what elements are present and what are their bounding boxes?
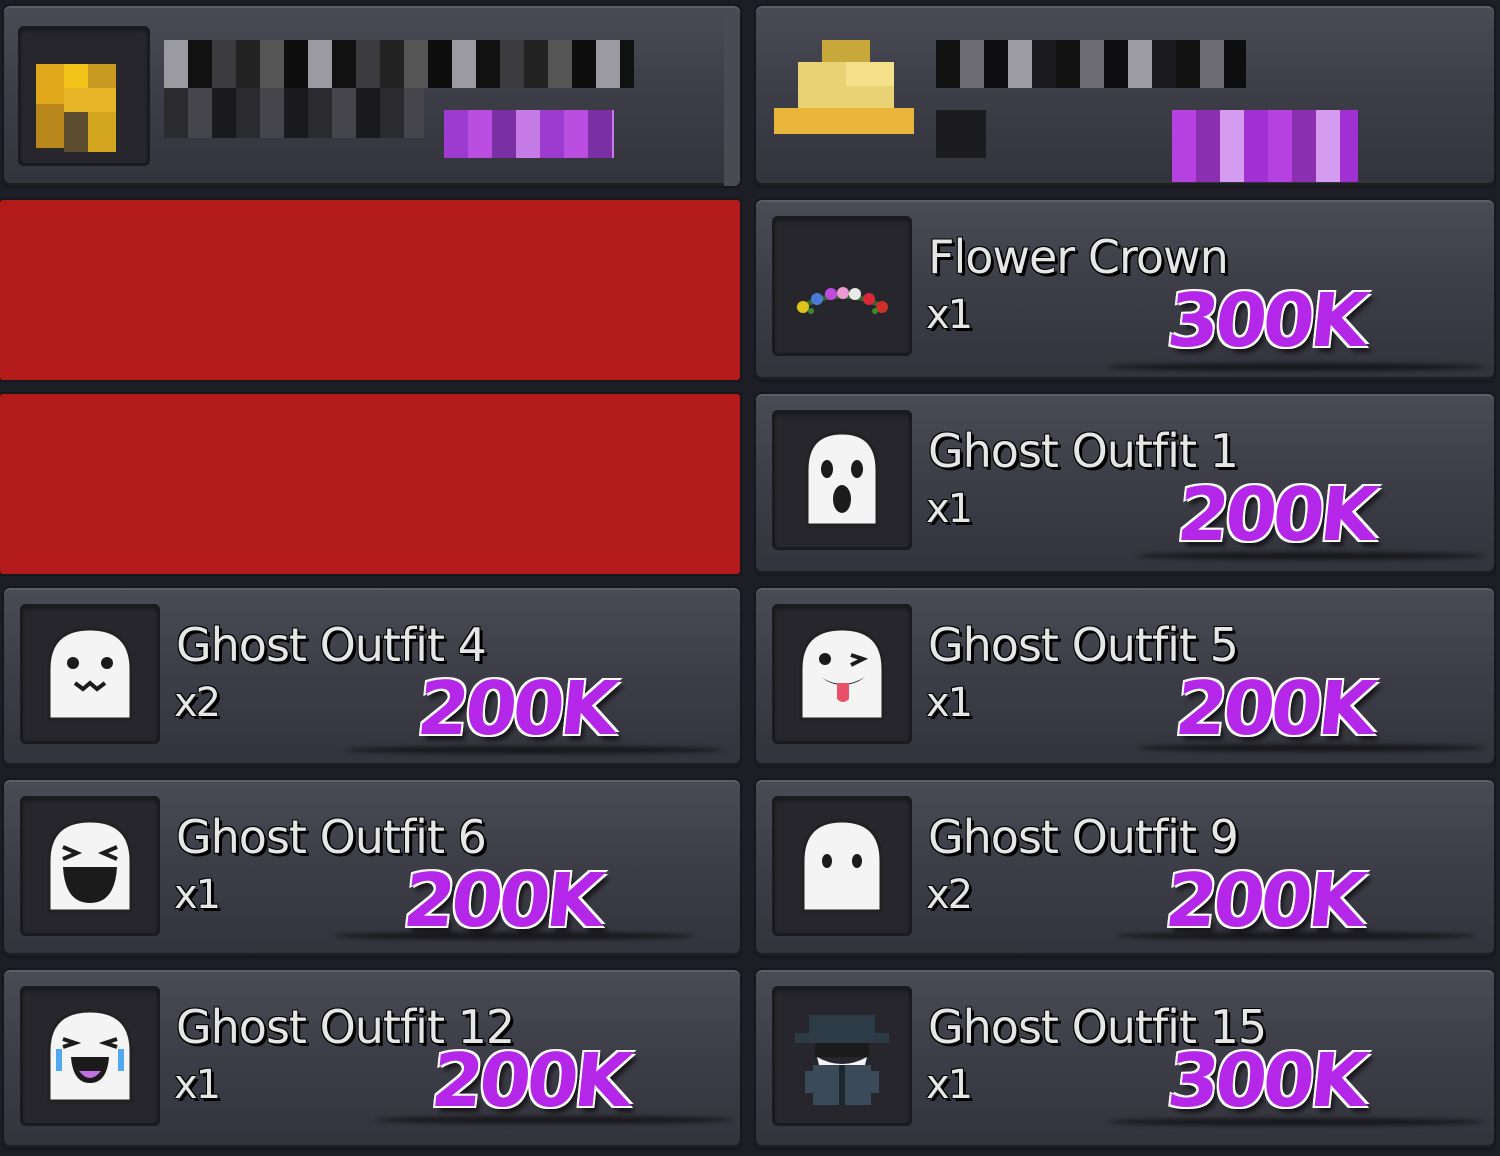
item-quantity: x1 — [926, 680, 973, 726]
item-price: 200K — [427, 1038, 633, 1124]
item-card[interactable]: Ghost Outfit 12 x1 200K — [4, 970, 740, 1148]
item-card[interactable]: Ghost Outfit 5 x1 200K — [756, 588, 1494, 766]
item-name: Flower Crown — [928, 230, 1229, 284]
ghost-outfit-6-icon — [47, 819, 133, 913]
redacted-item-slot — [0, 394, 740, 574]
pixelated-name — [164, 40, 634, 88]
item-card[interactable]: Ghost Outfit 6 x1 200K — [4, 780, 740, 956]
item-icon-slot — [20, 986, 160, 1126]
item-name: Ghost Outfit 9 — [928, 810, 1239, 864]
item-price: 200K — [1173, 472, 1379, 558]
item-icon-slot — [772, 986, 912, 1126]
item-icon-slot — [20, 604, 160, 744]
item-icon-slot — [772, 604, 912, 744]
header-right-panel — [756, 6, 1494, 186]
ghost-outfit-15-icon — [795, 1015, 889, 1105]
pixelated-badge — [444, 110, 614, 158]
header-left-panel — [4, 6, 740, 186]
player-avatar-slot — [18, 26, 150, 166]
ghost-outfit-5-icon — [799, 627, 885, 721]
item-name: Ghost Outfit 4 — [176, 618, 487, 672]
item-card[interactable]: Ghost Outfit 4 x2 200K — [4, 588, 740, 766]
ghost-outfit-1-icon — [805, 431, 879, 527]
item-icon-slot — [772, 216, 912, 356]
ghost-outfit-9-icon — [801, 819, 883, 913]
item-quantity: x1 — [926, 292, 973, 338]
item-price: 200K — [1161, 858, 1367, 944]
flower-crown-icon — [795, 287, 889, 314]
item-name: Ghost Outfit 1 — [928, 424, 1239, 478]
item-price: 200K — [413, 666, 619, 752]
item-card[interactable]: Ghost Outfit 1 x1 200K — [756, 394, 1494, 574]
item-quantity: x1 — [174, 872, 221, 918]
pixelated-name — [936, 40, 1246, 88]
item-name: Ghost Outfit 6 — [176, 810, 487, 864]
player-avatar-slot — [774, 40, 914, 136]
item-price: 200K — [399, 858, 605, 944]
ghost-outfit-12-icon — [47, 1009, 133, 1103]
item-card[interactable]: Flower Crown x1 300K — [756, 200, 1494, 380]
item-quantity: x2 — [174, 680, 221, 726]
pixelated-badge — [1172, 110, 1358, 182]
item-price: 300K — [1163, 278, 1369, 364]
item-card[interactable]: Ghost Outfit 15 x1 300K — [756, 970, 1494, 1148]
redacted-item-slot — [0, 200, 740, 380]
ghost-outfit-4-icon — [47, 627, 133, 721]
item-quantity: x1 — [926, 486, 973, 532]
item-price: 200K — [1171, 666, 1377, 752]
item-card[interactable]: Ghost Outfit 9 x2 200K — [756, 780, 1494, 956]
item-quantity: x1 — [926, 1062, 973, 1108]
item-quantity: x1 — [174, 1062, 221, 1108]
item-name: Ghost Outfit 5 — [928, 618, 1239, 672]
item-price: 300K — [1163, 1038, 1369, 1124]
item-quantity: x2 — [926, 872, 973, 918]
item-icon-slot — [20, 796, 160, 936]
item-icon-slot — [772, 410, 912, 550]
item-icon-slot — [772, 796, 912, 936]
